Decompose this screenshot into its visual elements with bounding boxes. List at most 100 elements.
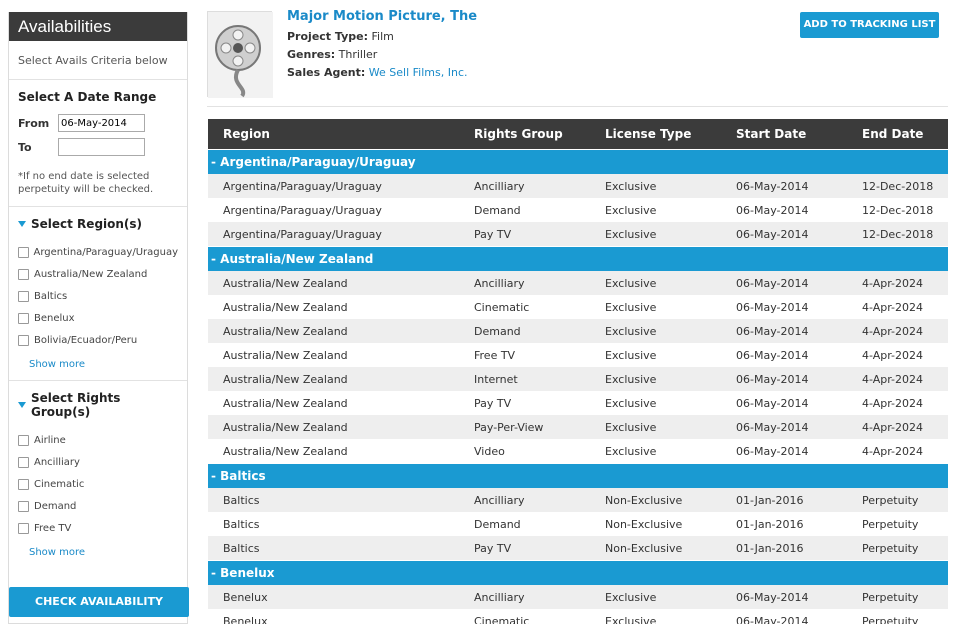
cell-start-date: 01-Jan-2016	[736, 541, 804, 555]
cell-license-type: Exclusive	[605, 420, 657, 434]
header-end-date[interactable]: End Date	[862, 127, 923, 141]
project-genres: Genres: Thriller	[287, 48, 377, 61]
region-checkbox[interactable]	[18, 312, 29, 324]
cell-start-date: 06-May-2014	[736, 372, 809, 386]
table-body: - Argentina/Paraguay/Uraguay Argentina/Pa…	[208, 149, 948, 624]
cell-rights-group: Pay-Per-View	[474, 420, 544, 434]
region-checkbox-label: Benelux	[34, 312, 75, 324]
group-header-row[interactable]: - Benelux	[208, 560, 948, 585]
header-rights-group[interactable]: Rights Group	[474, 127, 563, 141]
cell-end-date: 4-Apr-2024	[862, 420, 924, 434]
rights-checkbox[interactable]	[18, 522, 29, 534]
cell-region: Australia/New Zealand	[223, 324, 348, 338]
region-show-more-link[interactable]: Show more	[29, 359, 178, 370]
cell-end-date: 4-Apr-2024	[862, 276, 924, 290]
cell-region: Australia/New Zealand	[223, 300, 348, 314]
sales-agent-link[interactable]: We Sell Films, Inc.	[369, 66, 468, 79]
cell-rights-group: Cinematic	[474, 614, 530, 624]
region-checkbox-row[interactable]: Benelux	[18, 307, 178, 329]
table-row: Baltics Ancilliary Non-Exclusive 01-Jan-201…	[208, 488, 948, 512]
header-region[interactable]: Region	[223, 127, 270, 141]
rights-checkbox-label: Free TV	[34, 522, 72, 534]
table-row: Argentina/Paraguay/Uraguay Ancilliary Excl…	[208, 174, 948, 198]
cell-end-date: Perpetuity	[862, 493, 919, 507]
cell-rights-group: Cinematic	[474, 300, 530, 314]
rights-checkbox-row[interactable]: Cinematic	[18, 473, 178, 495]
table-row: Australia/New Zealand Ancilliary Exclusive…	[208, 271, 948, 295]
cell-end-date: 4-Apr-2024	[862, 372, 924, 386]
cell-rights-group: Ancilliary	[474, 179, 525, 193]
region-checkbox-row[interactable]: Argentina/Paraguay/Uraguay	[18, 241, 178, 263]
check-availability-button[interactable]: CHECK AVAILABILITY	[9, 587, 189, 617]
region-checkbox-label: Argentina/Paraguay/Uraguay	[33, 246, 179, 258]
header-start-date[interactable]: Start Date	[736, 127, 806, 141]
project-type-value: Film	[371, 30, 394, 43]
table-row: Australia/New Zealand Demand Exclusive 06-M…	[208, 319, 948, 343]
region-section: Select Region(s) Argentina/Paraguay/Urag…	[9, 207, 187, 381]
table-row: Australia/New Zealand Cinematic Exclusive 0…	[208, 295, 948, 319]
cell-region: Benelux	[223, 590, 268, 604]
genres-value: Thriller	[338, 48, 378, 61]
rights-show-more-link[interactable]: Show more	[29, 547, 178, 558]
table-row: Argentina/Paraguay/Uraguay Pay TV Exclusiv…	[208, 222, 948, 246]
cell-start-date: 06-May-2014	[736, 203, 809, 217]
cell-region: Australia/New Zealand	[223, 444, 348, 458]
cell-end-date: Perpetuity	[862, 590, 919, 604]
cell-end-date: 4-Apr-2024	[862, 324, 924, 338]
region-checkbox[interactable]	[18, 246, 29, 258]
sales-agent-label: Sales Agent:	[287, 66, 366, 79]
cell-license-type: Non-Exclusive	[605, 493, 683, 507]
cell-start-date: 06-May-2014	[736, 179, 809, 193]
rights-checkbox-row[interactable]: Ancilliary	[18, 451, 178, 473]
cell-rights-group: Pay TV	[474, 396, 512, 410]
from-date-input[interactable]	[58, 114, 145, 132]
region-checkbox-label: Australia/New Zealand	[34, 268, 148, 280]
table-row: Australia/New Zealand Video Exclusive 06-Ma…	[208, 439, 948, 463]
region-checkbox-row[interactable]: Bolivia/Ecuador/Peru	[18, 329, 178, 351]
region-checkbox[interactable]	[18, 268, 29, 280]
rights-checkbox[interactable]	[18, 434, 29, 446]
genres-label: Genres:	[287, 48, 336, 61]
rights-section-toggle[interactable]: Select Rights Group(s)	[18, 391, 178, 419]
cell-license-type: Exclusive	[605, 590, 657, 604]
cell-rights-group: Demand	[474, 203, 521, 217]
to-date-input[interactable]	[58, 138, 145, 156]
region-checkbox-label: Baltics	[34, 290, 68, 302]
region-section-toggle[interactable]: Select Region(s)	[18, 217, 178, 231]
table-row: Australia/New Zealand Pay-Per-View Exclusi…	[208, 415, 948, 439]
rights-checkbox-row[interactable]: Free TV	[18, 517, 178, 539]
rights-checkbox-row[interactable]: Demand	[18, 495, 178, 517]
group-header-row[interactable]: - Australia/New Zealand	[208, 246, 948, 271]
rights-checkbox[interactable]	[18, 500, 29, 512]
rights-checkbox[interactable]	[18, 478, 29, 490]
region-checkbox[interactable]	[18, 334, 29, 346]
project-type-label: Project Type:	[287, 30, 368, 43]
cell-license-type: Non-Exclusive	[605, 541, 683, 555]
rights-checkbox-row[interactable]: Airline	[18, 429, 178, 451]
header-license-type[interactable]: License Type	[605, 127, 691, 141]
rights-section-title: Select Rights Group(s)	[31, 391, 121, 419]
region-checkbox-row[interactable]: Baltics	[18, 285, 178, 307]
rights-checkbox[interactable]	[18, 456, 29, 468]
table-row: Benelux Ancilliary Exclusive 06-May-2014 Per…	[208, 585, 948, 609]
group-header-row[interactable]: - Baltics	[208, 463, 948, 488]
region-checkbox[interactable]	[18, 290, 29, 302]
cell-rights-group: Video	[474, 444, 505, 458]
region-checkbox-row[interactable]: Australia/New Zealand	[18, 263, 178, 285]
group-header-row[interactable]: - Argentina/Paraguay/Uraguay	[208, 149, 948, 174]
cell-license-type: Exclusive	[605, 227, 657, 241]
triangle-down-icon	[18, 402, 26, 408]
cell-rights-group: Ancilliary	[474, 493, 525, 507]
triangle-down-icon	[18, 221, 26, 227]
cell-license-type: Non-Exclusive	[605, 517, 683, 531]
cell-start-date: 06-May-2014	[736, 300, 809, 314]
sidebar-title: Availabilities	[9, 12, 187, 41]
to-label: To	[18, 140, 32, 154]
cell-rights-group: Free TV	[474, 348, 516, 362]
cell-region: Baltics	[223, 541, 260, 555]
cell-end-date: 12-Dec-2018	[862, 203, 934, 217]
cell-start-date: 06-May-2014	[736, 444, 809, 458]
add-to-tracking-list-button[interactable]: ADD TO TRACKING LIST	[800, 12, 939, 38]
project-title[interactable]: Major Motion Picture, The	[287, 9, 477, 24]
cell-end-date: 4-Apr-2024	[862, 396, 924, 410]
